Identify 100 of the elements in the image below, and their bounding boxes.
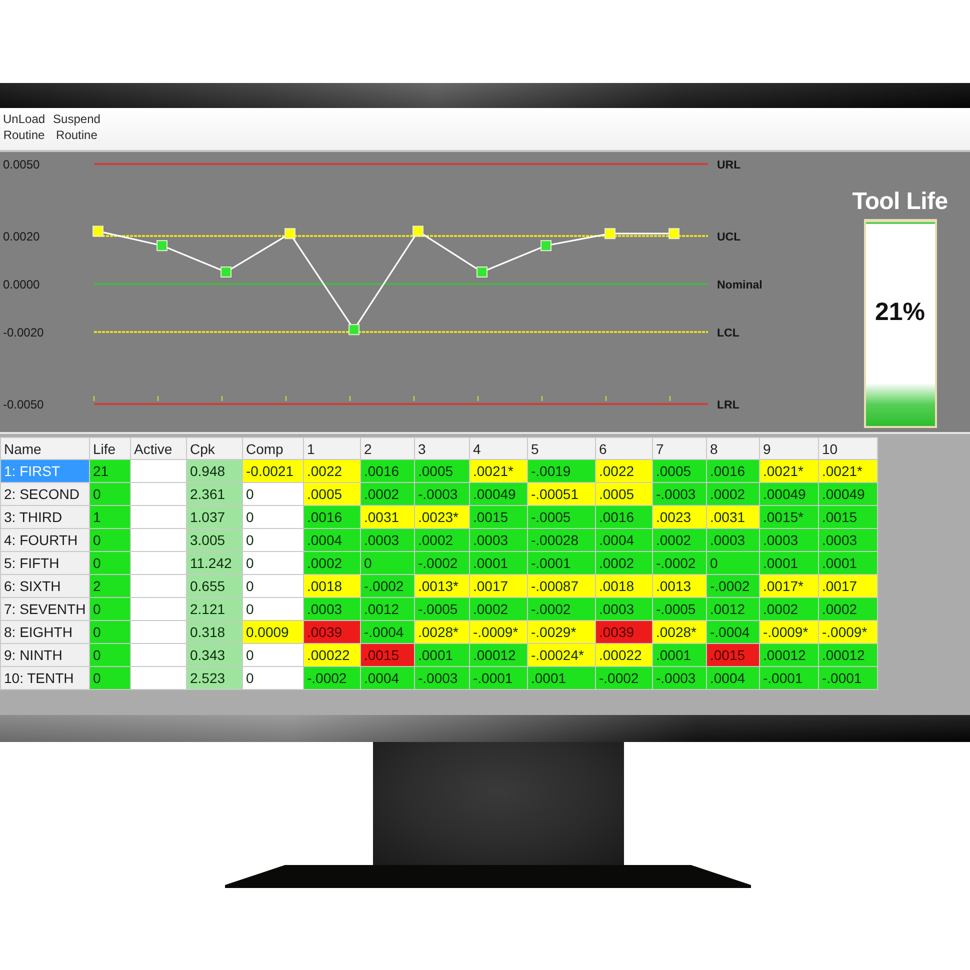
table-cell: .0023 xyxy=(652,506,706,528)
table-cell: -.0029* xyxy=(528,620,596,644)
table-cell: .0016 xyxy=(360,460,414,482)
table-cell: 0 xyxy=(706,552,760,574)
x-tick-mark xyxy=(413,396,415,401)
table-cell: -.0005 xyxy=(652,598,706,620)
table-cell: .0012 xyxy=(706,598,760,620)
column-header: 8 xyxy=(706,438,760,460)
table-cell: .0001 xyxy=(652,644,706,666)
table-cell xyxy=(130,460,186,482)
tool-life-title: Tool Life xyxy=(852,188,948,216)
table-cell: .0023* xyxy=(414,506,470,528)
data-point xyxy=(92,226,104,237)
table-cell: 0 xyxy=(242,528,304,552)
table-cell: -.0004 xyxy=(360,620,414,644)
table-cell: .0022 xyxy=(304,460,360,482)
table-cell: .0001 xyxy=(470,552,528,574)
table-cell: 0 xyxy=(90,528,130,552)
row-header[interactable]: 6: SIXTH xyxy=(0,574,90,598)
table-cell xyxy=(130,598,186,620)
table-cell: .00049 xyxy=(470,482,528,506)
table-cell: .0018 xyxy=(304,574,360,598)
data-point xyxy=(476,266,488,278)
table-cell: .0002 xyxy=(414,528,470,552)
table-cell: .0004 xyxy=(304,528,360,552)
table-cell: 0 xyxy=(90,644,130,666)
table-cell: .0021* xyxy=(470,460,528,482)
table-cell: .00012 xyxy=(470,644,528,666)
row-header[interactable]: 2: SECOND xyxy=(0,482,90,506)
limit-label: UCL xyxy=(717,232,741,244)
table-cell: 0 xyxy=(242,644,304,666)
data-point xyxy=(604,228,616,240)
table-cell: 11.242 xyxy=(186,552,242,574)
table-cell xyxy=(130,482,186,506)
table-cell: .0017* xyxy=(760,574,818,598)
table-cell: .0004 xyxy=(706,666,760,690)
table-cell: .0002 xyxy=(706,482,760,506)
data-point xyxy=(156,240,168,252)
table-cell: .0039 xyxy=(596,620,652,644)
row-header[interactable]: 10: TENTH xyxy=(0,666,90,690)
table-cell: .0001 xyxy=(414,644,470,666)
toolbar-button[interactable]: UnLoad Routine xyxy=(3,111,46,143)
table-cell: -.0001 xyxy=(760,666,818,690)
table-cell: .0015 xyxy=(818,506,878,528)
table-cell: 2.121 xyxy=(186,598,242,620)
y-axis-label: -0.0050 xyxy=(3,398,44,412)
table-cell: .0015 xyxy=(706,644,760,666)
table-cell: -.0002 xyxy=(528,598,596,620)
table-cell: 1.037 xyxy=(186,506,242,528)
column-header: 9 xyxy=(760,438,818,460)
table-cell: -.0004 xyxy=(706,620,760,644)
column-header: 4 xyxy=(470,438,528,460)
table-cell xyxy=(130,644,186,666)
row-header[interactable]: 3: THIRD xyxy=(0,506,90,528)
table-cell: 3.005 xyxy=(186,528,242,552)
row-header[interactable]: 5: FIFTH xyxy=(0,552,90,574)
table-cell: .00022 xyxy=(304,644,360,666)
row-header[interactable]: 7: SEVENTH xyxy=(0,598,90,620)
x-tick-mark xyxy=(541,396,543,401)
table-cell: .0021* xyxy=(760,460,818,482)
table-cell: .0003 xyxy=(596,598,652,620)
table-cell: .0003 xyxy=(760,528,818,552)
table-cell: -.0003 xyxy=(652,666,706,690)
table-cell: .0004 xyxy=(360,666,414,690)
limit-label: URL xyxy=(717,160,741,172)
table-cell: -.0002 xyxy=(360,574,414,598)
table-cell: 0.0009 xyxy=(242,620,304,644)
row-header[interactable]: 9: NINTH xyxy=(0,644,90,666)
row-header[interactable]: 4: FOURTH xyxy=(0,528,90,552)
toolbar-button[interactable]: Suspend Routine xyxy=(53,111,100,143)
column-header: 1 xyxy=(304,438,360,460)
table-cell: 21 xyxy=(90,460,130,482)
table-cell: .0005 xyxy=(304,482,360,506)
table-cell: 0 xyxy=(90,598,130,620)
table-cell: 0 xyxy=(90,620,130,644)
table-cell: .00049 xyxy=(760,482,818,506)
table-cell: 0 xyxy=(242,552,304,574)
table-cell: .0004 xyxy=(596,528,652,552)
table-cell: -.0002 xyxy=(706,574,760,598)
table-cell: .0016 xyxy=(706,460,760,482)
table-cell xyxy=(130,666,186,690)
table-cell xyxy=(130,620,186,644)
table-cell: .0005 xyxy=(414,460,470,482)
table-cell: .0015* xyxy=(760,506,818,528)
table-cell: -.0001 xyxy=(818,666,878,690)
table-cell: 2.523 xyxy=(186,666,242,690)
data-point xyxy=(284,228,296,240)
table-cell: -.0001 xyxy=(528,552,596,574)
table-cell: .0001 xyxy=(760,552,818,574)
column-header: 3 xyxy=(414,438,470,460)
table-cell: -.0009* xyxy=(760,620,818,644)
table-cell: -.00087 xyxy=(528,574,596,598)
table-cell: .0022 xyxy=(596,460,652,482)
y-axis-label: 0.0000 xyxy=(3,278,40,292)
row-header[interactable]: 8: EIGHTH xyxy=(0,620,90,644)
table-cell: .0039 xyxy=(304,620,360,644)
table-cell: .0002 xyxy=(360,482,414,506)
table-cell: .0013 xyxy=(652,574,706,598)
table-cell: .0016 xyxy=(304,506,360,528)
x-tick-mark xyxy=(221,396,223,401)
